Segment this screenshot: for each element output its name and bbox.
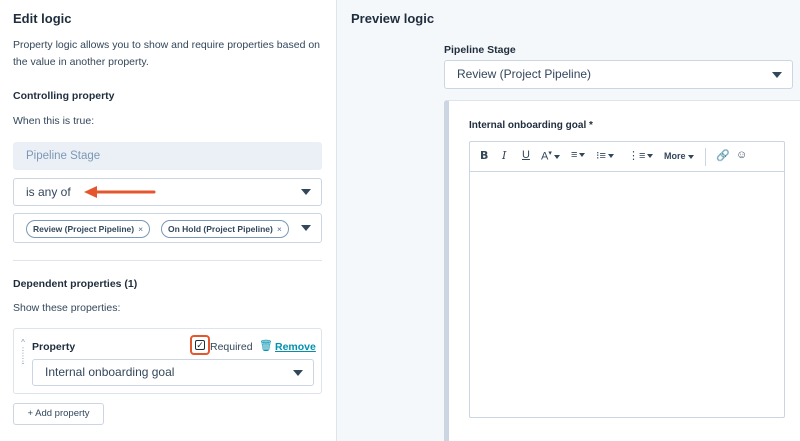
drag-handle-icon[interactable]: ^ ⋮ ⋮ ˇ <box>18 339 28 371</box>
dependent-property-value: Internal onboarding goal <box>45 365 175 379</box>
rich-text-editor: B I U A▾ ≡ ⁝≡ ⋮≡ More 🔗 ☺ <box>469 141 785 418</box>
preview-logic-title: Preview logic <box>351 11 435 26</box>
description-line-1: Property logic allows you to show and re… <box>13 39 321 51</box>
preview-logic-panel: Preview logic Pipeline Stage Review (Pro… <box>337 0 800 441</box>
chevron-down-icon <box>293 369 303 376</box>
editor-toolbar: B I U A▾ ≡ ⁝≡ ⋮≡ More 🔗 ☺ <box>470 142 784 172</box>
bulleted-list-icon[interactable]: ⁝≡ <box>596 149 614 162</box>
property-label: Property <box>32 341 76 353</box>
when-text: When this is true: <box>13 115 95 127</box>
edit-logic-panel: Edit logic Property logic allows you to … <box>0 0 337 441</box>
link-icon[interactable]: 🔗 <box>716 149 730 162</box>
field-label: Internal onboarding goal * <box>469 120 593 131</box>
show-text: Show these properties: <box>13 302 121 314</box>
operator-select-value: is any of <box>26 185 71 199</box>
required-label: Required <box>210 341 253 353</box>
edit-logic-title: Edit logic <box>13 11 72 26</box>
remove-chip-icon[interactable]: × <box>138 224 143 234</box>
operator-select[interactable]: is any of <box>13 178 322 206</box>
numbered-list-icon[interactable]: ⋮≡ <box>628 149 654 162</box>
bold-button[interactable]: B <box>480 149 488 162</box>
trash-icon[interactable]: 🗑 <box>259 339 273 352</box>
section-divider <box>13 260 322 261</box>
editor-content-area[interactable] <box>470 173 784 417</box>
dependent-properties-title: Dependent properties (1) <box>13 278 138 290</box>
pipeline-stage-select[interactable]: Review (Project Pipeline) <box>444 60 793 89</box>
chevron-down-icon <box>772 71 782 78</box>
more-label: More <box>664 151 686 161</box>
chevron-down-icon <box>301 189 311 195</box>
annotation-arrow-icon <box>84 186 156 198</box>
underline-button[interactable]: U <box>522 149 530 161</box>
text-style-icon[interactable]: A▾ <box>541 149 560 163</box>
chevron-down-icon <box>301 225 311 231</box>
italic-button[interactable]: I <box>502 149 506 162</box>
value-chip[interactable]: Review (Project Pipeline) × <box>26 220 151 238</box>
remove-link[interactable]: Remove <box>275 341 316 353</box>
value-chip-label: Review (Project Pipeline) <box>33 224 135 234</box>
more-button[interactable]: More <box>664 151 694 161</box>
pipeline-stage-value: Review (Project Pipeline) <box>457 67 592 81</box>
add-property-button[interactable]: + Add property <box>13 403 104 425</box>
controlling-property-title: Controlling property <box>13 90 115 102</box>
align-icon[interactable]: ≡ <box>571 149 586 161</box>
emoji-icon[interactable]: ☺ <box>736 149 747 161</box>
toolbar-divider <box>705 148 706 166</box>
remove-chip-icon[interactable]: × <box>277 224 282 234</box>
dependent-property-select[interactable]: Internal onboarding goal <box>32 359 314 386</box>
values-multiselect[interactable]: Review (Project Pipeline) × On Hold (Proj… <box>13 213 322 243</box>
required-checkbox-highlight: ✓ <box>190 335 210 355</box>
description-line-2: the value in another property. <box>13 56 149 68</box>
preview-field-box: Internal onboarding goal * B I U A▾ ≡ ⁝≡… <box>444 100 800 441</box>
value-chip-label: On Hold (Project Pipeline) <box>168 224 273 234</box>
dependent-property-card: ^ ⋮ ⋮ ˇ Property ✓ Required 🗑 Remove Intern… <box>13 328 322 394</box>
value-chip[interactable]: On Hold (Project Pipeline) × <box>161 220 289 238</box>
pipeline-stage-label: Pipeline Stage <box>444 44 516 56</box>
required-checkbox[interactable]: ✓ <box>195 340 205 350</box>
controlling-property-field: Pipeline Stage <box>13 142 322 170</box>
